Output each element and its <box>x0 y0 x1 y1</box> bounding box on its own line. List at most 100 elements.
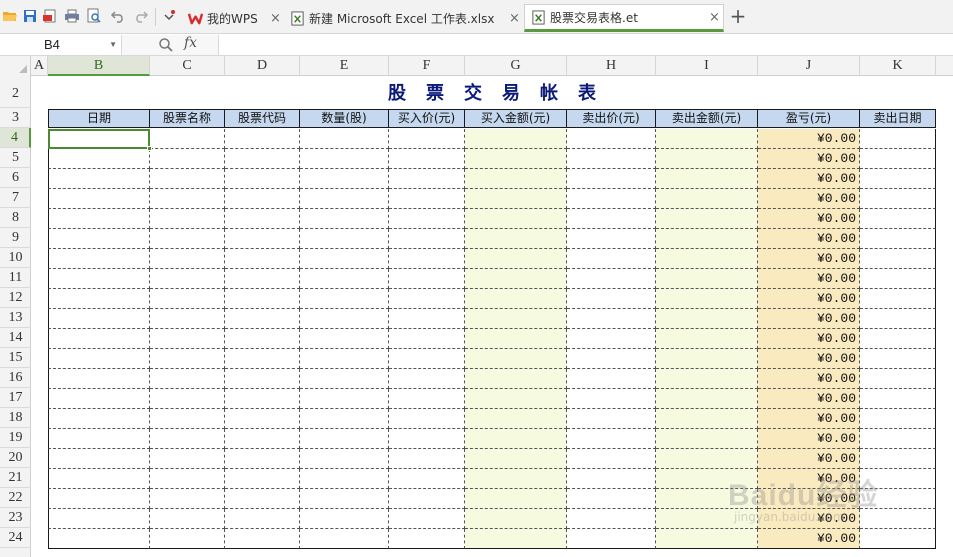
close-icon[interactable]: × <box>709 10 720 25</box>
save-icon[interactable] <box>22 8 38 24</box>
redo-icon[interactable] <box>133 8 149 24</box>
tab-my-wps[interactable]: 我的WPS × <box>182 5 282 32</box>
cell-g10[interactable] <box>465 249 567 269</box>
cell-k5[interactable] <box>860 149 936 169</box>
cell-j4[interactable]: ¥0.00 <box>758 129 860 149</box>
cell-b14[interactable] <box>48 329 150 349</box>
close-icon[interactable]: × <box>270 11 281 26</box>
cell-c22[interactable] <box>150 489 225 509</box>
cell-h5[interactable] <box>567 149 656 169</box>
cell-k19[interactable] <box>860 429 936 449</box>
cell-i15[interactable] <box>656 349 758 369</box>
cell-c23[interactable] <box>150 509 225 529</box>
cell-f22[interactable] <box>389 489 465 509</box>
cell-e19[interactable] <box>300 429 389 449</box>
row-header-23[interactable]: 23 <box>0 508 31 528</box>
cell-g7[interactable] <box>465 189 567 209</box>
cell-i10[interactable] <box>656 249 758 269</box>
cell-j13[interactable]: ¥0.00 <box>758 309 860 329</box>
column-header-a[interactable]: A <box>31 56 48 76</box>
formula-input[interactable] <box>220 35 953 55</box>
cell-k4[interactable] <box>860 129 936 149</box>
cell-j21[interactable]: ¥0.00 <box>758 469 860 489</box>
cell-h9[interactable] <box>567 229 656 249</box>
cell-g16[interactable] <box>465 369 567 389</box>
cell-f11[interactable] <box>389 269 465 289</box>
row-header-18[interactable]: 18 <box>0 408 31 428</box>
header-buy-amount[interactable]: 买入金额(元) <box>465 109 567 128</box>
cell-d21[interactable] <box>225 469 300 489</box>
header-sell-amount[interactable]: 卖出金额(元) <box>656 109 758 128</box>
row-header-13[interactable]: 13 <box>0 308 31 328</box>
cell-d19[interactable] <box>225 429 300 449</box>
cell-d23[interactable] <box>225 509 300 529</box>
header-buy-price[interactable]: 买入价(元) <box>389 109 465 128</box>
open-folder-icon[interactable] <box>2 8 18 24</box>
cell-j18[interactable]: ¥0.00 <box>758 409 860 429</box>
cell-e21[interactable] <box>300 469 389 489</box>
cell-i22[interactable] <box>656 489 758 509</box>
cell-k9[interactable] <box>860 229 936 249</box>
row-header-6[interactable]: 6 <box>0 168 31 188</box>
cell-e11[interactable] <box>300 269 389 289</box>
cell-d7[interactable] <box>225 189 300 209</box>
cell-f19[interactable] <box>389 429 465 449</box>
column-header-f[interactable]: F <box>389 56 465 76</box>
cell-b10[interactable] <box>48 249 150 269</box>
cell-i4[interactable] <box>656 129 758 149</box>
row-header-12[interactable]: 12 <box>0 288 31 308</box>
cell-h17[interactable] <box>567 389 656 409</box>
cell-f8[interactable] <box>389 209 465 229</box>
cell-d13[interactable] <box>225 309 300 329</box>
row-header-8[interactable]: 8 <box>0 208 31 228</box>
column-header-e[interactable]: E <box>300 56 389 76</box>
row-header-14[interactable]: 14 <box>0 328 31 348</box>
cell-g17[interactable] <box>465 389 567 409</box>
cell-k13[interactable] <box>860 309 936 329</box>
cell-c4[interactable] <box>150 129 225 149</box>
cell-f10[interactable] <box>389 249 465 269</box>
cell-j15[interactable]: ¥0.00 <box>758 349 860 369</box>
cell-j7[interactable]: ¥0.00 <box>758 189 860 209</box>
cell-h4[interactable] <box>567 129 656 149</box>
cell-e10[interactable] <box>300 249 389 269</box>
cell-k17[interactable] <box>860 389 936 409</box>
cell-i23[interactable] <box>656 509 758 529</box>
cell-f21[interactable] <box>389 469 465 489</box>
header-quantity[interactable]: 数量(股) <box>300 109 389 128</box>
cell-d17[interactable] <box>225 389 300 409</box>
cell-f7[interactable] <box>389 189 465 209</box>
cell-g19[interactable] <box>465 429 567 449</box>
cell-b7[interactable] <box>48 189 150 209</box>
cell-d4[interactable] <box>225 129 300 149</box>
row-header-11[interactable]: 11 <box>0 268 31 288</box>
cell-i7[interactable] <box>656 189 758 209</box>
row-header-9[interactable]: 9 <box>0 228 31 248</box>
cell-k24[interactable] <box>860 529 936 549</box>
cell-b21[interactable] <box>48 469 150 489</box>
cell-i17[interactable] <box>656 389 758 409</box>
cell-f18[interactable] <box>389 409 465 429</box>
cell-i13[interactable] <box>656 309 758 329</box>
cell-d8[interactable] <box>225 209 300 229</box>
cell-k6[interactable] <box>860 169 936 189</box>
cell-c21[interactable] <box>150 469 225 489</box>
cell-b8[interactable] <box>48 209 150 229</box>
cell-f17[interactable] <box>389 389 465 409</box>
cell-b20[interactable] <box>48 449 150 469</box>
customize-dropdown-icon[interactable] <box>161 8 177 24</box>
cell-e6[interactable] <box>300 169 389 189</box>
cell-i9[interactable] <box>656 229 758 249</box>
cell-b12[interactable] <box>48 289 150 309</box>
cell-j5[interactable]: ¥0.00 <box>758 149 860 169</box>
cell-g21[interactable] <box>465 469 567 489</box>
cell-i12[interactable] <box>656 289 758 309</box>
cell-k10[interactable] <box>860 249 936 269</box>
cell-d10[interactable] <box>225 249 300 269</box>
column-header-h[interactable]: H <box>567 56 656 76</box>
cell-g14[interactable] <box>465 329 567 349</box>
cell-c8[interactable] <box>150 209 225 229</box>
cell-b5[interactable] <box>48 149 150 169</box>
cell-h20[interactable] <box>567 449 656 469</box>
cell-i19[interactable] <box>656 429 758 449</box>
